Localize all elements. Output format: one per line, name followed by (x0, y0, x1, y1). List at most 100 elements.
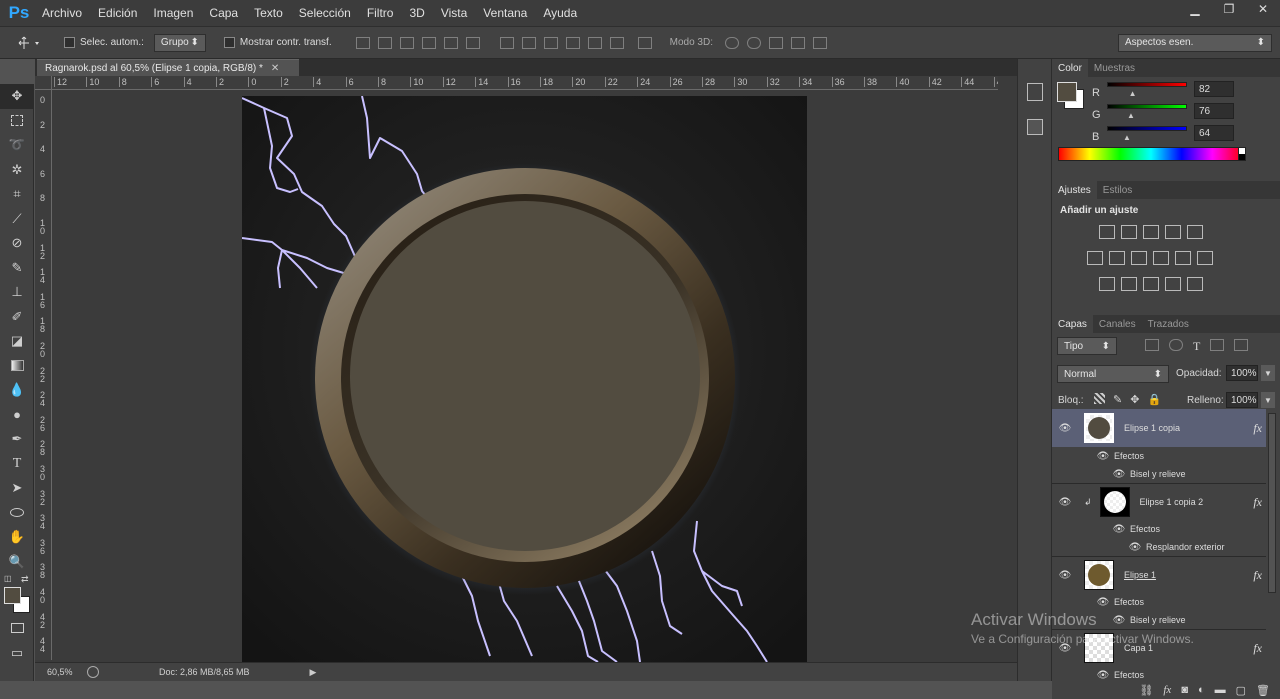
lasso-tool[interactable]: ➰ (0, 133, 34, 158)
filter-type-icon[interactable]: T (1193, 339, 1200, 354)
quick-mask-button[interactable] (0, 616, 34, 641)
channel-g-knob[interactable]: ▲ (1127, 111, 1135, 120)
close-button[interactable]: ✕ (1246, 0, 1280, 18)
layer-row-elipse-1[interactable]: 👁 Elipse 1 fx (1052, 557, 1266, 593)
document-tab[interactable]: Ragnarok.psd al 60,5% (Elipse 1 copia, R… (37, 59, 299, 76)
gradient-map-icon[interactable] (1187, 277, 1203, 291)
move-tool[interactable]: ✥ (0, 84, 34, 109)
eyedropper-tool[interactable]: ⟋ (0, 207, 34, 232)
curves-icon[interactable] (1143, 225, 1159, 239)
ellipse-tool[interactable] (0, 501, 34, 526)
filter-pixel-icon[interactable] (1145, 339, 1159, 351)
rotate-3d-icon[interactable] (724, 36, 739, 49)
fill-value[interactable]: 100% (1226, 392, 1258, 408)
layer-filter-dropdown[interactable]: Tipo ⬍ (1057, 337, 1117, 355)
black-white-icon[interactable] (1131, 251, 1147, 265)
opacity-value[interactable]: 100% (1226, 365, 1258, 381)
filter-shape-icon[interactable] (1210, 339, 1225, 351)
layer-row-capa-1[interactable]: 👁 Capa 1 fx (1052, 630, 1266, 666)
layer-name[interactable]: Elipse 1 copia 2 (1140, 497, 1254, 507)
lock-all-icon[interactable]: 🔒 (1147, 393, 1161, 406)
menu-capa[interactable]: Capa (201, 6, 246, 20)
new-layer-icon[interactable]: ▢ (1236, 684, 1246, 697)
new-adjustment-icon[interactable]: ◐ (1198, 684, 1205, 696)
channel-b-slider[interactable] (1107, 126, 1187, 131)
crop-tool[interactable]: ⌗ (0, 182, 34, 207)
posterize-icon[interactable] (1121, 277, 1137, 291)
vertical-ruler[interactable]: 0 2 4 6 8 1 0 1 2 1 4 1 6 1 8 2 0 2 2 2 4 2 6 2 8 3 0 3 … (35, 90, 52, 660)
workspace-dropdown[interactable]: Aspectos esen. ⬍ (1118, 33, 1272, 52)
distribute-right-icon[interactable] (609, 36, 624, 49)
align-right-icon[interactable] (465, 36, 480, 49)
add-style-icon[interactable]: fx (1163, 684, 1171, 696)
history-brush-tool[interactable]: ✐ (0, 305, 34, 330)
menu-filtro[interactable]: Filtro (359, 6, 402, 20)
tab-estilos[interactable]: Estilos (1097, 181, 1138, 199)
align-bottom-icon[interactable] (399, 36, 414, 49)
spectrum-black-white[interactable] (1238, 147, 1246, 161)
visibility-eye-icon[interactable]: 👁 (1096, 670, 1110, 681)
status-arrow-icon[interactable]: ▶ (310, 667, 317, 678)
channel-r-value[interactable]: 82 (1194, 81, 1234, 97)
align-top-icon[interactable] (355, 36, 370, 49)
dodge-tool[interactable]: ● (0, 403, 34, 428)
horizontal-ruler[interactable]: 12 10 8 6 4 2 0 2 4 6 8 10 12 14 16 18 20 22 24 26 28 30 32 34 3… (52, 76, 998, 90)
visibility-eye-icon[interactable]: 👁 (1112, 524, 1126, 535)
distribute-bottom-icon[interactable] (543, 36, 558, 49)
status-info-icon[interactable] (87, 666, 99, 678)
path-select-tool[interactable]: ➤ (0, 476, 34, 501)
menu-3d[interactable]: 3D (401, 6, 432, 20)
screen-mode-button[interactable]: ▭ (0, 641, 34, 666)
tab-muestras[interactable]: Muestras (1088, 59, 1141, 77)
lock-position-icon[interactable]: ✥ (1130, 393, 1139, 406)
lock-transparent-icon[interactable] (1094, 393, 1105, 404)
effect-item-row[interactable]: 👁 Bisel y relieve (1052, 465, 1266, 483)
tab-color[interactable]: Color (1052, 59, 1088, 77)
blur-tool[interactable]: 💧 (0, 378, 34, 403)
visibility-eye-icon[interactable]: 👁 (1058, 643, 1072, 654)
channel-r-slider[interactable] (1107, 82, 1187, 87)
spectrum-bar[interactable] (1058, 147, 1244, 161)
panel-fg-swatch[interactable] (1057, 82, 1077, 102)
fill-arrow-icon[interactable]: ▼ (1261, 392, 1275, 408)
menu-edicion[interactable]: Edición (90, 6, 145, 20)
restore-button[interactable]: ❐ (1212, 0, 1246, 18)
visibility-eye-icon[interactable]: 👁 (1096, 597, 1110, 608)
distribute-hcenter-icon[interactable] (587, 36, 602, 49)
effects-row[interactable]: 👁 Efectos (1052, 593, 1266, 611)
menu-archivo[interactable]: Archivo (34, 6, 90, 20)
zoom-tool[interactable]: 🔍 (0, 550, 34, 575)
effect-item-row[interactable]: 👁 Resplandor exterior (1052, 538, 1266, 556)
effects-row[interactable]: 👁 Efectos (1052, 447, 1266, 465)
default-colors-icon[interactable]: ◫ (4, 574, 12, 583)
vibrance-icon[interactable] (1187, 225, 1203, 239)
threshold-icon[interactable] (1143, 277, 1159, 291)
scale-3d-icon[interactable] (812, 36, 827, 49)
ruler-origin[interactable] (35, 76, 52, 90)
slide-3d-icon[interactable] (790, 36, 805, 49)
type-tool[interactable]: T (0, 452, 34, 477)
menu-texto[interactable]: Texto (246, 6, 291, 20)
healing-tool[interactable]: ⊘ (0, 231, 34, 256)
gradient-tool[interactable] (0, 354, 34, 379)
effect-item-row[interactable]: 👁 Bisel y relieve (1052, 611, 1266, 629)
tab-trazados[interactable]: Trazados (1142, 315, 1195, 333)
layers-scrollbar[interactable] (1268, 413, 1276, 593)
delete-layer-icon[interactable]: 🗑 (1256, 684, 1270, 697)
new-group-icon[interactable]: ▬ (1215, 684, 1226, 696)
menu-ventana[interactable]: Ventana (475, 6, 535, 20)
channel-g-value[interactable]: 76 (1194, 103, 1234, 119)
channel-b-value[interactable]: 64 (1194, 125, 1234, 141)
photo-filter-icon[interactable] (1153, 251, 1169, 265)
align-vcenter-icon[interactable] (377, 36, 392, 49)
opacity-arrow-icon[interactable]: ▼ (1261, 365, 1275, 381)
layer-row-elipse-1-copia[interactable]: 👁 Elipse 1 copia fx (1052, 409, 1266, 447)
filter-adjust-icon[interactable] (1169, 339, 1183, 351)
color-lookup-icon[interactable] (1197, 251, 1213, 265)
history-panel-icon[interactable] (1027, 83, 1043, 101)
distribute-top-icon[interactable] (499, 36, 514, 49)
eraser-tool[interactable]: ◪ (0, 329, 34, 354)
tab-ajustes[interactable]: Ajustes (1052, 181, 1097, 199)
auto-select-dropdown[interactable]: Grupo ⬍ (153, 33, 206, 52)
tab-canales[interactable]: Canales (1093, 315, 1142, 333)
